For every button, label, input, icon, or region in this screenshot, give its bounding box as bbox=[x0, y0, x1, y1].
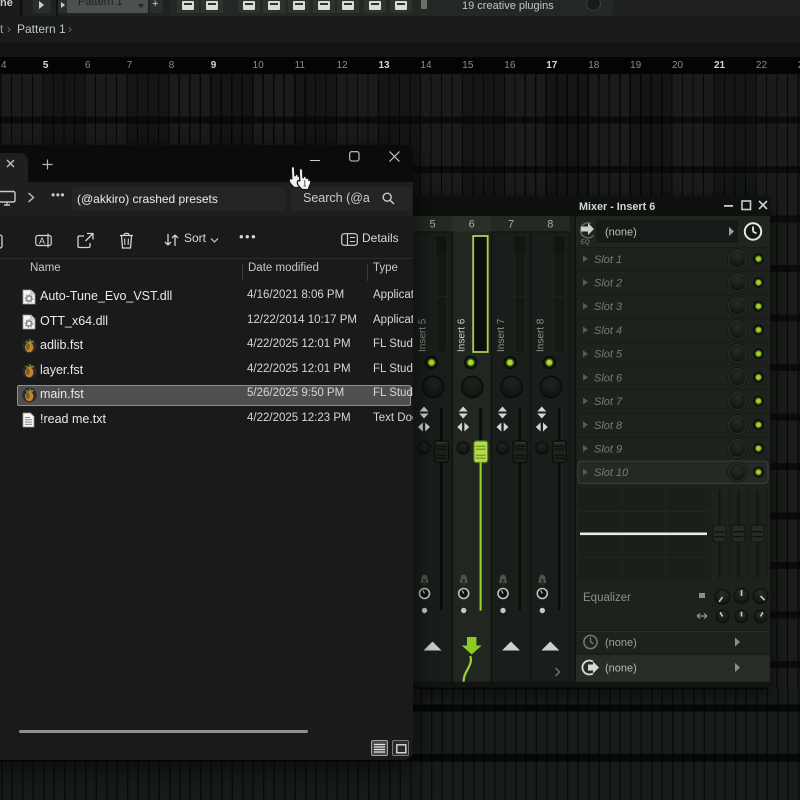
svg-text:Mixer - Insert 6: Mixer - Insert 6 bbox=[579, 201, 655, 213]
svg-text:Slot 1: Slot 1 bbox=[594, 254, 622, 266]
svg-text:A: A bbox=[39, 236, 45, 246]
svg-text:Slot 9: Slot 9 bbox=[594, 443, 622, 455]
svg-text:(none): (none) bbox=[605, 663, 637, 675]
svg-text:Slot 6: Slot 6 bbox=[594, 372, 623, 384]
svg-text:8: 8 bbox=[547, 219, 553, 231]
svg-text:(none): (none) bbox=[605, 637, 637, 649]
svg-text:Insert 8: Insert 8 bbox=[535, 318, 546, 352]
svg-text:Slot 2: Slot 2 bbox=[594, 278, 622, 290]
svg-text:5: 5 bbox=[429, 219, 435, 231]
svg-text:(none): (none) bbox=[605, 227, 637, 239]
svg-text:Insert 7: Insert 7 bbox=[496, 318, 507, 352]
svg-text:Insert 6: Insert 6 bbox=[457, 318, 468, 352]
svg-text:Slot 7: Slot 7 bbox=[594, 396, 623, 408]
svg-text:Slot 8: Slot 8 bbox=[594, 420, 623, 432]
svg-text:Equalizer: Equalizer bbox=[583, 592, 631, 604]
svg-text:Insert 5: Insert 5 bbox=[418, 318, 429, 352]
svg-text:EQ: EQ bbox=[581, 240, 590, 246]
svg-text:Slot 10: Slot 10 bbox=[594, 467, 629, 479]
svg-text:Slot 5: Slot 5 bbox=[594, 349, 623, 361]
svg-text:Slot 4: Slot 4 bbox=[594, 325, 622, 337]
svg-text:6: 6 bbox=[469, 219, 475, 231]
svg-text:Slot 3: Slot 3 bbox=[594, 301, 623, 313]
svg-text:7: 7 bbox=[508, 219, 514, 231]
